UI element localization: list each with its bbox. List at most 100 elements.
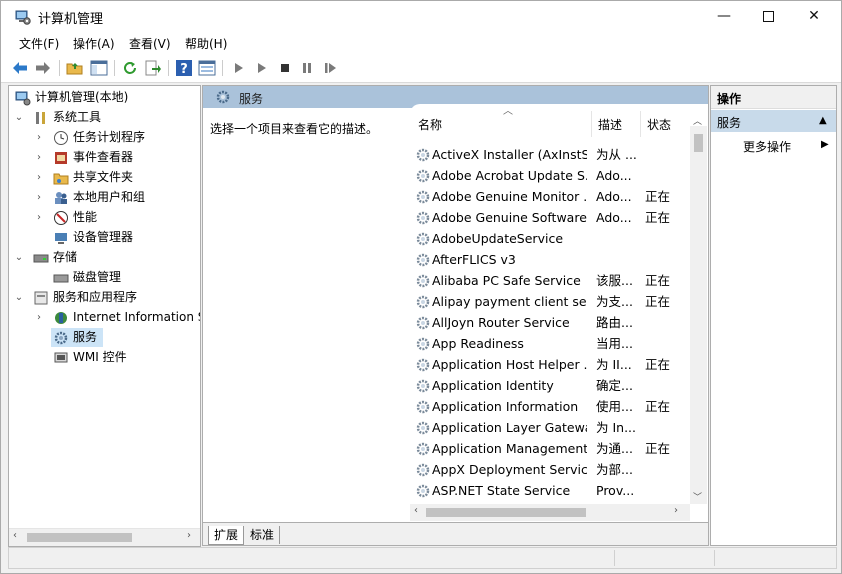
chevron-down-icon[interactable]: ⌄ [13,108,25,127]
scroll-right-icon[interactable]: › [674,505,678,516]
scroll-down-icon[interactable]: ﹀ [693,490,702,503]
service-row[interactable]: Application Identity 确定... [410,375,690,396]
service-description: 确定... [596,378,633,393]
actions-section-services[interactable]: 服务 ▲ [711,110,836,132]
menu-action[interactable]: 操作(A) [73,35,115,52]
event-viewer-icon [55,152,67,164]
tree-item-wmi[interactable]: WMI 控件 [33,348,198,367]
service-row[interactable]: App Readiness 当用... [410,333,690,354]
service-row[interactable]: AllJoyn Router Service 路由... [410,312,690,333]
tree-item-shared-folders[interactable]: › 共享文件夹 [33,168,198,187]
users-icon [55,192,67,204]
tree-item-services-apps[interactable]: ⌄ 服务和应用程序 [13,288,198,307]
tree-pane[interactable]: 计算机管理(本地) ⌄ 系统工具 › 任务计划程序 › 事件查看器 › 共享文件… [8,85,201,547]
submenu-arrow-icon: ▶ [821,139,829,150]
service-row[interactable]: AfterFLICS v3 [410,249,690,270]
scrollbar-thumb[interactable] [694,134,703,152]
menu-help[interactable]: 帮助(H) [185,35,227,52]
scroll-left-icon[interactable]: ‹ [13,530,17,541]
chevron-right-icon[interactable]: › [33,128,45,147]
tree-item-performance[interactable]: › 性能 [33,208,198,227]
service-description: Ado... [596,168,632,183]
tree-item-task-scheduler[interactable]: › 任务计划程序 [33,128,198,147]
minimize-button[interactable]: — [701,1,747,32]
export-icon[interactable] [144,59,162,77]
computer-management-icon [15,10,31,25]
scroll-left-icon[interactable]: ‹ [414,505,418,516]
service-description: 为从 ... [596,147,636,162]
scrollbar-thumb[interactable] [27,533,132,542]
service-row[interactable]: Alipay payment client sec... 为支... 正在 [410,291,690,312]
column-divider[interactable] [591,111,592,137]
chevron-down-icon[interactable]: ⌄ [13,288,25,307]
maximize-button[interactable] [745,1,791,32]
chevron-down-icon[interactable]: ⌄ [13,248,25,267]
refresh-icon[interactable] [121,59,139,77]
chevron-right-icon[interactable]: › [33,308,45,327]
chevron-right-icon[interactable]: › [33,148,45,167]
scroll-right-icon[interactable]: › [187,530,191,541]
list-horizontal-scrollbar[interactable]: ‹ › [410,504,690,521]
back-icon[interactable] [11,59,29,77]
service-row[interactable]: AdobeUpdateService [410,228,690,249]
service-row[interactable]: Application Layer Gatewa... 为 In... [410,417,690,438]
service-row[interactable]: ActiveX Installer (AxInstSV) 为从 ... [410,144,690,165]
scrollbar-thumb[interactable] [426,508,586,517]
view-tabs: 扩展 标准 [203,522,708,545]
tree-item-system-tools[interactable]: ⌄ 系统工具 [13,108,198,127]
tab-standard[interactable]: 标准 [245,526,281,544]
restart-icon[interactable] [321,59,339,77]
chevron-right-icon[interactable]: › [33,208,45,227]
menu-file[interactable]: 文件(F) [19,35,59,52]
tree-item-disk-management[interactable]: 磁盘管理 [33,268,198,287]
close-button[interactable]: ✕ [791,1,837,32]
service-row[interactable]: Adobe Genuine Monitor ... Ado... 正在 [410,186,690,207]
tree-item-label: 存储 [53,250,78,264]
service-row[interactable]: ASP.NET State Service Prov... [410,480,690,501]
play-alt-icon[interactable] [253,59,271,77]
services-list[interactable]: ︿ 名称 描述 状态 ActiveX Installer (AxInstSV) 为… [410,104,708,522]
gear-icon [416,421,430,435]
tree-item-storage[interactable]: ⌄ 存储 [13,248,198,267]
tree-item-label: 本地用户和组 [73,190,146,204]
list-vertical-scrollbar[interactable]: ︿ ﹀ [690,117,707,504]
show-tree-icon[interactable] [90,59,108,77]
tab-extended[interactable]: 扩展 [208,526,245,545]
play-icon[interactable] [230,59,248,77]
gear-icon [416,169,430,183]
service-row[interactable]: Adobe Acrobat Update S... Ado... [410,165,690,186]
help-icon[interactable]: ? [175,59,193,77]
more-actions-item[interactable]: 更多操作 [743,138,791,155]
tree-item-services[interactable]: 服务 [51,328,103,347]
console-icon[interactable] [198,59,216,77]
service-row[interactable]: Application Information 使用... 正在 [410,396,690,417]
shared-folder-icon [53,173,69,185]
menu-view[interactable]: 查看(V) [129,35,171,52]
service-row[interactable]: Adobe Genuine Software... Ado... 正在 [410,207,690,228]
collapse-up-icon[interactable]: ▲ [819,115,827,126]
tree-item-local-users[interactable]: › 本地用户和组 [33,188,198,207]
column-divider[interactable] [640,111,641,137]
pause-icon[interactable] [298,59,316,77]
service-row[interactable]: Application Host Helper ... 为 II... 正在 [410,354,690,375]
tree-item-event-viewer[interactable]: › 事件查看器 [33,148,198,167]
tree-item-label: 磁盘管理 [73,270,122,284]
tree-item-label: 事件查看器 [73,150,134,164]
tree-root[interactable]: 计算机管理(本地) [13,88,198,107]
stop-icon[interactable] [276,59,294,77]
column-header-description[interactable]: 描述 [598,116,622,133]
column-header-status[interactable]: 状态 [647,116,671,133]
column-header-name[interactable]: 名称 [418,116,442,133]
chevron-right-icon[interactable]: › [33,168,45,187]
tree-item-iis[interactable]: › Internet Information S [33,308,200,327]
forward-icon[interactable] [34,59,52,77]
tree-item-label: 设备管理器 [73,230,134,244]
up-folder-icon[interactable] [66,59,84,77]
tree-item-device-manager[interactable]: 设备管理器 [33,228,198,247]
service-row[interactable]: Application Management 为通... 正在 [410,438,690,459]
chevron-right-icon[interactable]: › [33,188,45,207]
service-row[interactable]: Alibaba PC Safe Service 该服... 正在 [410,270,690,291]
scroll-up-icon[interactable]: ︿ [693,114,702,127]
tree-horizontal-scrollbar[interactable]: ‹ › [9,528,200,546]
service-row[interactable]: AppX Deployment Servic... 为部... [410,459,690,480]
